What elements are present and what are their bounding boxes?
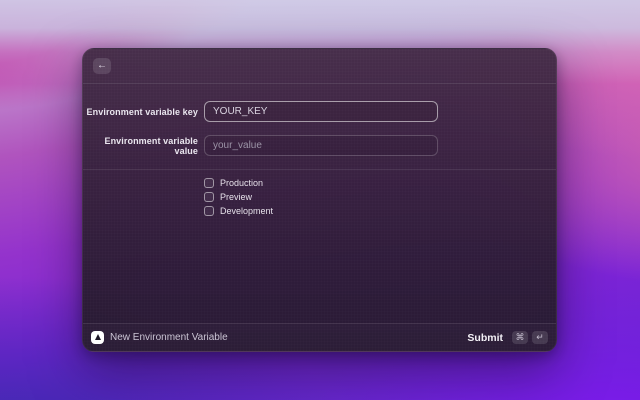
env-key-input[interactable] [204, 101, 438, 122]
command-title: New Environment Variable [110, 332, 228, 343]
action-bar-right: Submit ⌘ ↵ [467, 331, 548, 344]
env-key-label: Environment variable key [86, 106, 198, 117]
raycast-window: ← Environment variable key Environment v… [82, 48, 557, 352]
development-checkbox[interactable] [204, 206, 214, 216]
back-arrow-icon: ← [97, 60, 107, 71]
action-bar-left: New Environment Variable [91, 331, 228, 344]
preview-checkbox-label: Preview [220, 192, 253, 202]
development-checkbox-label: Development [220, 206, 274, 216]
form-row-key: Environment variable key [83, 101, 556, 122]
production-checkbox-label: Production [220, 178, 264, 188]
checkbox-row-production: Production [83, 178, 556, 188]
preview-checkbox[interactable] [204, 192, 214, 202]
environment-checkbox-group: Production Preview Development [83, 178, 556, 216]
command-key-icon[interactable]: ⌘ [512, 331, 528, 344]
env-value-input[interactable] [204, 135, 438, 156]
vercel-icon [91, 331, 104, 344]
action-bar: New Environment Variable Submit ⌘ ↵ [83, 323, 556, 351]
production-checkbox[interactable] [204, 178, 214, 188]
form-row-value: Environment variable value [83, 135, 556, 156]
window-header: ← [83, 49, 556, 84]
vercel-triangle-icon [94, 334, 101, 340]
desktop-wallpaper: ← Environment variable key Environment v… [0, 0, 640, 400]
checkbox-row-preview: Preview [83, 192, 556, 202]
env-value-label: Environment variable value [104, 135, 198, 156]
back-button[interactable]: ← [93, 58, 111, 74]
env-variable-form: Environment variable key Environment var… [83, 84, 556, 216]
return-key-icon[interactable]: ↵ [532, 331, 548, 344]
form-divider [83, 169, 556, 170]
submit-button[interactable]: Submit [467, 332, 503, 344]
checkbox-row-development: Development [83, 206, 556, 216]
